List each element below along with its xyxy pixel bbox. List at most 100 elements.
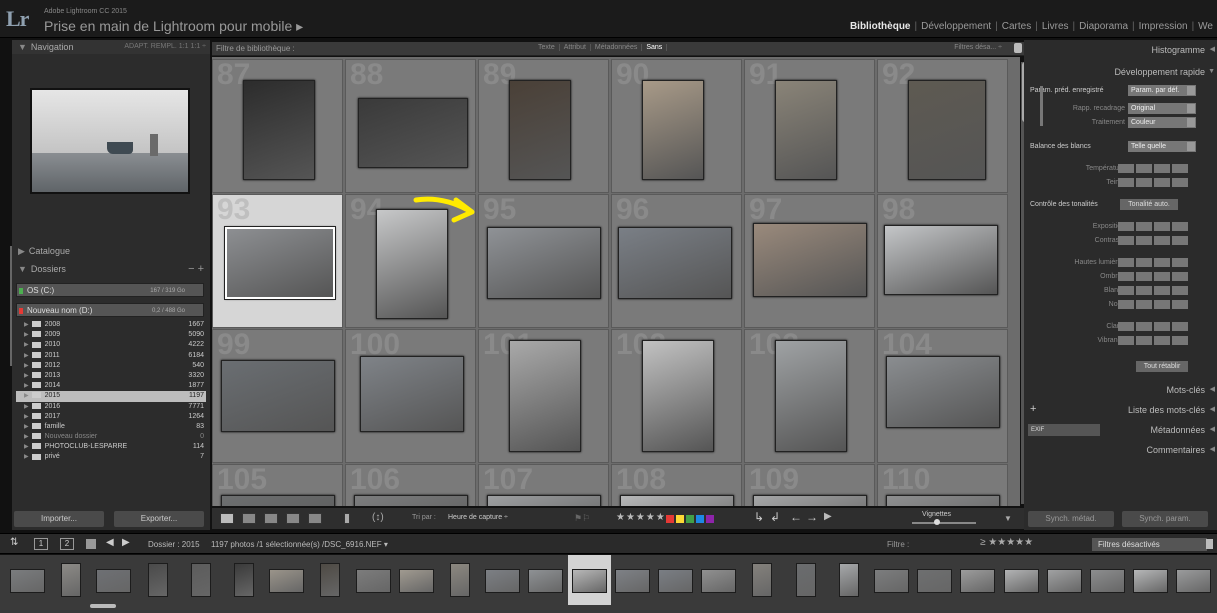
folder-expand-icon[interactable]: ▶ (24, 393, 29, 399)
filmstrip-cell[interactable] (913, 555, 956, 605)
folder-expand-icon[interactable]: ▶ (24, 332, 29, 338)
folder-row[interactable]: ▶ 2008 1667 (16, 320, 206, 330)
module-6[interactable]: We (1194, 21, 1217, 32)
filmstrip-cell[interactable] (654, 555, 697, 605)
filmstrip-thumbnail[interactable] (614, 569, 650, 593)
module-1[interactable]: Développement (917, 21, 995, 32)
comments-header[interactable]: Commentaires ◀ (1024, 442, 1217, 458)
filmstrip-thumbnail[interactable] (320, 563, 341, 597)
folder-row[interactable]: ▶ Nouveau dossier 0 (16, 432, 206, 442)
slider-knob[interactable] (934, 519, 940, 525)
photo-thumbnail[interactable] (487, 495, 601, 506)
grid-cell[interactable]: 92 (877, 58, 1008, 193)
filmstrip-thumbnail[interactable] (355, 569, 391, 593)
filmstrip-cell[interactable] (827, 555, 870, 605)
grid-cell[interactable]: 93 (212, 193, 343, 328)
folder-row[interactable]: ▶ 2013 3320 (16, 371, 206, 381)
histogram-header[interactable]: Histogramme ◀ (1024, 42, 1217, 58)
temperature-steppers[interactable] (1118, 164, 1188, 173)
filmstrip-thumbnail[interactable] (1176, 569, 1212, 593)
filmstrip-thumbnail[interactable] (398, 569, 434, 593)
filter-tab[interactable]: Sans (642, 44, 668, 51)
filmstrip-cell[interactable] (611, 555, 654, 605)
rotate-right-icon[interactable]: ↲ (770, 510, 780, 524)
folder-row[interactable]: ▶ 2014 1877 (16, 381, 206, 391)
rotate-left-icon[interactable]: ↳ (754, 510, 764, 524)
thumbnail-size-slider[interactable] (912, 519, 976, 525)
photo-thumbnail[interactable] (775, 340, 847, 452)
filmstrip-thumbnail[interactable] (1046, 569, 1082, 593)
toolbar-menu-icon[interactable]: ▼ (1004, 514, 1012, 523)
grid-cell[interactable]: 108 (611, 463, 742, 506)
folder-row[interactable]: ▶ 2010 4222 (16, 340, 206, 350)
folder-expand-icon[interactable]: ▶ (24, 444, 29, 450)
filmstrip-cell[interactable] (308, 555, 351, 605)
filmstrip-cell[interactable] (352, 555, 395, 605)
filmstrip-cell[interactable] (481, 555, 524, 605)
rating-filter[interactable]: ≥ ★★★★★ (980, 537, 1033, 548)
play-icon[interactable]: ▶ (824, 511, 832, 522)
color-label-swatch[interactable] (686, 515, 694, 523)
folder-row[interactable]: ▶ 2015 1197 (16, 391, 206, 402)
grid-mode-icon[interactable] (86, 539, 96, 549)
photo-thumbnail[interactable] (753, 495, 867, 506)
filmstrip-cell[interactable] (524, 555, 567, 605)
right-panel-scrollbar[interactable] (1040, 86, 1043, 126)
photo-thumbnail[interactable] (509, 80, 571, 180)
filter-preset-select[interactable]: Filtres désactivés (1092, 538, 1207, 551)
photo-thumbnail[interactable] (642, 80, 704, 180)
folder-expand-icon[interactable]: ▶ (24, 322, 29, 328)
folder-expand-icon[interactable]: ▶ (24, 434, 29, 440)
filmstrip-cell[interactable] (870, 555, 913, 605)
contrast-steppers[interactable] (1118, 236, 1188, 245)
navigator-zoom-options[interactable]: ADAPT. REMPL. 1:1 1:1 ÷ (124, 40, 206, 54)
auto-tone-button[interactable]: Tonalité auto. (1120, 199, 1178, 210)
folder-row[interactable]: ▶ PHOTOCLUB-LESPARRE 114 (16, 442, 206, 452)
filmstrip-thumbnail[interactable] (917, 569, 953, 593)
volume-os[interactable]: OS (C:) 167 / 319 Go (16, 283, 204, 297)
filmstrip-cell[interactable] (1172, 555, 1215, 605)
filmstrip-cell[interactable] (784, 555, 827, 605)
filter-tab[interactable]: Texte (534, 44, 560, 51)
grid-cell[interactable]: 101 (478, 328, 609, 463)
photo-thumbnail[interactable] (908, 80, 986, 180)
sync-settings-button[interactable]: Synch. param. (1122, 511, 1208, 527)
filmstrip-thumbnail[interactable] (269, 569, 305, 593)
lock-icon[interactable] (1206, 539, 1213, 549)
folder-row[interactable]: ▶ 2017 1264 (16, 412, 206, 422)
filmstrip-cell[interactable] (956, 555, 999, 605)
treatment-select[interactable]: Couleur (1128, 117, 1196, 128)
reset-all-button[interactable]: Tout rétablir (1136, 361, 1188, 372)
left-panel-scrollbar[interactable] (10, 246, 12, 366)
photo-thumbnail[interactable] (221, 360, 335, 432)
folder-expand-icon[interactable]: ▶ (24, 424, 29, 430)
forward-arrow-icon[interactable]: ▶ (122, 537, 130, 548)
photo-thumbnail[interactable] (358, 98, 468, 168)
filter-tab[interactable]: Attribut (560, 44, 591, 51)
flag-icon[interactable]: ⚑⚐ (574, 513, 590, 524)
filmstrip-cell[interactable] (395, 555, 438, 605)
filmstrip-cell[interactable] (6, 555, 49, 605)
grid-cell[interactable]: 94 (345, 193, 476, 328)
folder-expand-icon[interactable]: ▶ (24, 353, 29, 359)
navigator-header[interactable]: ▼ Navigation ADAPT. REMPL. 1:1 1:1 ÷ (12, 40, 210, 54)
grid-cell[interactable]: 105 (212, 463, 343, 506)
photo-thumbnail[interactable] (360, 356, 464, 432)
grid-cell[interactable]: 88 (345, 58, 476, 193)
photo-thumbnail[interactable] (509, 340, 581, 452)
filmstrip-cell[interactable] (697, 555, 740, 605)
filmstrip-thumbnail[interactable] (147, 563, 168, 597)
filmstrip-cell[interactable] (1000, 555, 1043, 605)
filmstrip-cell[interactable] (1043, 555, 1086, 605)
folder-expand-icon[interactable]: ▶ (24, 373, 29, 379)
photo-thumbnail[interactable] (224, 226, 336, 300)
module-2[interactable]: Cartes (998, 21, 1035, 32)
folder-row[interactable]: ▶ 2009 5090 (16, 330, 206, 340)
catalog-header[interactable]: ▶ Catalogue (12, 244, 210, 258)
grid-cell[interactable]: 102 (611, 328, 742, 463)
survey-view-icon[interactable] (286, 513, 300, 524)
metadata-header[interactable]: Métadonnées ◀ (1024, 422, 1217, 438)
grid-cell[interactable]: 96 (611, 193, 742, 328)
folder-expand-icon[interactable]: ▶ (24, 342, 29, 348)
folders-header[interactable]: ▼ Dossiers − + (12, 262, 210, 276)
